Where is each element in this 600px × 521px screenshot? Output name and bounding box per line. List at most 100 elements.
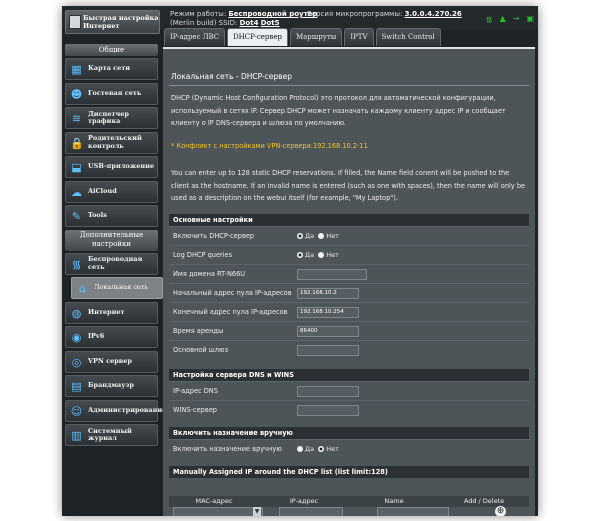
gateway-input[interactable] xyxy=(297,345,359,356)
quick-setup-label: Быстрая настройка Интернет xyxy=(83,14,159,30)
parental-control-icon: 🔒 xyxy=(70,136,84,150)
name-entry-input[interactable] xyxy=(377,507,449,516)
internet-icon: ◍ xyxy=(71,306,82,320)
sidebar-item-label: Диспетчер трафика xyxy=(88,109,129,125)
enable-dhcp-radio[interactable]: Да Нет xyxy=(297,232,339,240)
radio-yes[interactable] xyxy=(297,233,303,239)
tab-routes[interactable]: Маршруты xyxy=(289,28,343,46)
network-map-icon: ▦ xyxy=(71,63,82,76)
ssid-dot5[interactable]: Dot5 xyxy=(261,19,280,27)
log-dhcp-radio[interactable]: Да Нет xyxy=(297,251,339,259)
manual-assign-row: Включить назначение вручную Да Нет xyxy=(169,439,529,458)
domain-name-label: Имя домена RT-N66U xyxy=(173,270,246,278)
sidebar-item-usb-app[interactable]: ⬓ USB-приложение xyxy=(65,156,158,178)
ssid-info: (Merlin build) SSID: Dot4 Dot5 xyxy=(170,19,280,27)
ssid-dot4[interactable]: Dot4 xyxy=(240,19,259,27)
gateway-label: Основной шлюз xyxy=(173,346,229,354)
tools-icon: ✎ xyxy=(71,210,82,223)
lease-time-input[interactable]: 86400 xyxy=(297,326,359,337)
tab-dhcp-server[interactable]: DHCP-сервер xyxy=(227,28,288,46)
sidebar-item-admin[interactable]: ☺ Администрирование xyxy=(65,399,166,422)
sidebar-item-label: Карта сети xyxy=(88,64,131,73)
radio-no[interactable] xyxy=(318,252,325,258)
sidebar-item-vpn[interactable]: ◎ VPN сервер xyxy=(65,350,158,373)
manual-list-input-row: ▼ ⊕ xyxy=(169,506,529,516)
manual-assign-label: Включить назначение вручную xyxy=(173,445,282,453)
sidebar-item-parental-control[interactable]: 🔒 Родительский контроль xyxy=(65,131,158,154)
sidebar-item-label: Системный журнал xyxy=(88,426,132,442)
lan-icon: ⌂ xyxy=(79,282,86,295)
sidebar-item-label: Гостевая сеть xyxy=(88,88,142,97)
tab-lan-ip[interactable]: IP-адрес ЛВС xyxy=(164,28,226,46)
sidebar-item-label: Tools xyxy=(88,211,107,220)
lease-time-label: Время аренды xyxy=(173,327,224,335)
admin-icon: ☺ xyxy=(70,404,83,418)
page-title: Локальная сеть - DHCP-сервер xyxy=(171,72,292,81)
chevron-down-icon[interactable]: ▼ xyxy=(253,507,261,516)
lease-time-row: Время аренды 86400 xyxy=(169,321,529,340)
ipv6-icon: ◉ xyxy=(71,331,82,344)
pool-end-label: Конечный адрес пула IP-адресов xyxy=(173,308,288,316)
sidebar: Общие ▦ Карта сети ☻ Гостевая сеть ≋ Дис… xyxy=(65,44,166,449)
tab-switch-control[interactable]: Switch Control xyxy=(375,28,441,46)
sidebar-item-ipv6[interactable]: ◉ IPv6 xyxy=(65,326,158,348)
mode-label: Режим работы: xyxy=(170,10,227,18)
radio-yes-label: Да xyxy=(305,251,315,259)
domain-name-input[interactable] xyxy=(297,269,367,280)
manual-assign-radio[interactable]: Да Нет xyxy=(297,445,339,453)
manual-assign-header: Включить назначение вручную xyxy=(169,427,529,439)
sidebar-item-lan[interactable]: ⌂ Локальная сеть xyxy=(71,277,163,299)
dns-input[interactable] xyxy=(297,386,359,397)
radio-yes[interactable] xyxy=(297,252,303,258)
signal-icon[interactable]: ▲ xyxy=(500,14,506,25)
sidebar-item-guest-network[interactable]: ☻ Гостевая сеть xyxy=(65,82,158,105)
network-icon[interactable]: ▣ xyxy=(526,14,534,25)
wifi-icon[interactable]: ᯾ xyxy=(486,14,493,25)
sidebar-item-wireless[interactable]: ᯾ Беспроводная сеть xyxy=(65,252,158,275)
pool-end-input[interactable]: 192.168.10.254 xyxy=(297,307,359,318)
radio-no[interactable] xyxy=(318,446,325,452)
main-content: Локальная сеть - DHCP-сервер DHCP (Dynam… xyxy=(163,47,535,516)
top-header: Быстрая настройка Интернет Режим работы:… xyxy=(62,6,538,34)
reservation-note: You can enter up to 128 static DHCP rese… xyxy=(171,169,526,202)
sidebar-item-network-map[interactable]: ▦ Карта сети xyxy=(65,58,158,80)
pool-start-input[interactable]: 192.168.10.2 xyxy=(297,288,359,299)
pool-start-row: Начальный адрес пула IP-адресов 192.168.… xyxy=(169,283,529,302)
tab-iptv[interactable]: IPTV xyxy=(344,28,374,46)
gateway-row: Основной шлюз xyxy=(169,340,529,359)
mode-link[interactable]: Беспроводной роутер xyxy=(228,10,317,18)
sidebar-item-internet[interactable]: ◍ Интернет xyxy=(65,301,158,324)
ip-entry-input[interactable] xyxy=(279,507,343,516)
ssid-label: (Merlin build) SSID: xyxy=(170,19,238,27)
radio-no[interactable] xyxy=(318,233,325,239)
log-dhcp-row: Log DHCP queries Да Нет xyxy=(169,245,529,264)
quick-setup-button[interactable]: Быстрая настройка Интернет xyxy=(65,10,160,34)
radio-no-label: Нет xyxy=(326,232,339,240)
sidebar-item-syslog[interactable]: ▥ Системный журнал xyxy=(65,424,158,446)
enable-dhcp-row: Включить DHCP-сервер Да Нет xyxy=(169,226,529,245)
syslog-icon: ▥ xyxy=(71,429,82,442)
usb-icon[interactable]: ⇝ xyxy=(513,14,520,25)
sidebar-item-tools[interactable]: ✎ Tools xyxy=(65,205,158,227)
mac-select[interactable] xyxy=(173,507,263,516)
wins-input[interactable] xyxy=(297,405,359,416)
firmware-link[interactable]: 3.0.0.4.270.26 xyxy=(405,10,462,18)
wins-row: WINS-сервер xyxy=(169,400,529,419)
mode-info: Режим работы: Беспроводной роутер xyxy=(170,10,317,18)
wireless-icon: ᯾ xyxy=(71,257,82,271)
sidebar-item-firewall[interactable]: ▤ Брандмауэр xyxy=(65,375,158,397)
quick-setup-icon xyxy=(69,15,81,29)
sidebar-item-aicloud[interactable]: ☁ AiCloud xyxy=(65,180,158,203)
sidebar-item-traffic-manager[interactable]: ≋ Диспетчер трафика xyxy=(65,107,158,129)
basic-settings-header: Основные настройки xyxy=(169,214,529,226)
usb-app-icon: ⬓ xyxy=(71,161,82,174)
sidebar-item-label: AiCloud xyxy=(88,186,117,195)
status-icons: ᯾ ▲ ⇝ ▣ xyxy=(486,14,534,25)
add-entry-icon[interactable]: ⊕ xyxy=(495,506,506,516)
sidebar-item-label: Брандмауэр xyxy=(88,381,134,390)
vpn-conflict-warning: * Конфликт с настройками VPN-сервера:192… xyxy=(171,142,368,150)
firmware-info: Версия микропрограммы: 3.0.0.4.270.26 xyxy=(307,10,462,18)
radio-no-label: Нет xyxy=(326,251,339,259)
radio-yes[interactable] xyxy=(297,446,303,452)
wins-label: WINS-сервер xyxy=(173,406,217,414)
